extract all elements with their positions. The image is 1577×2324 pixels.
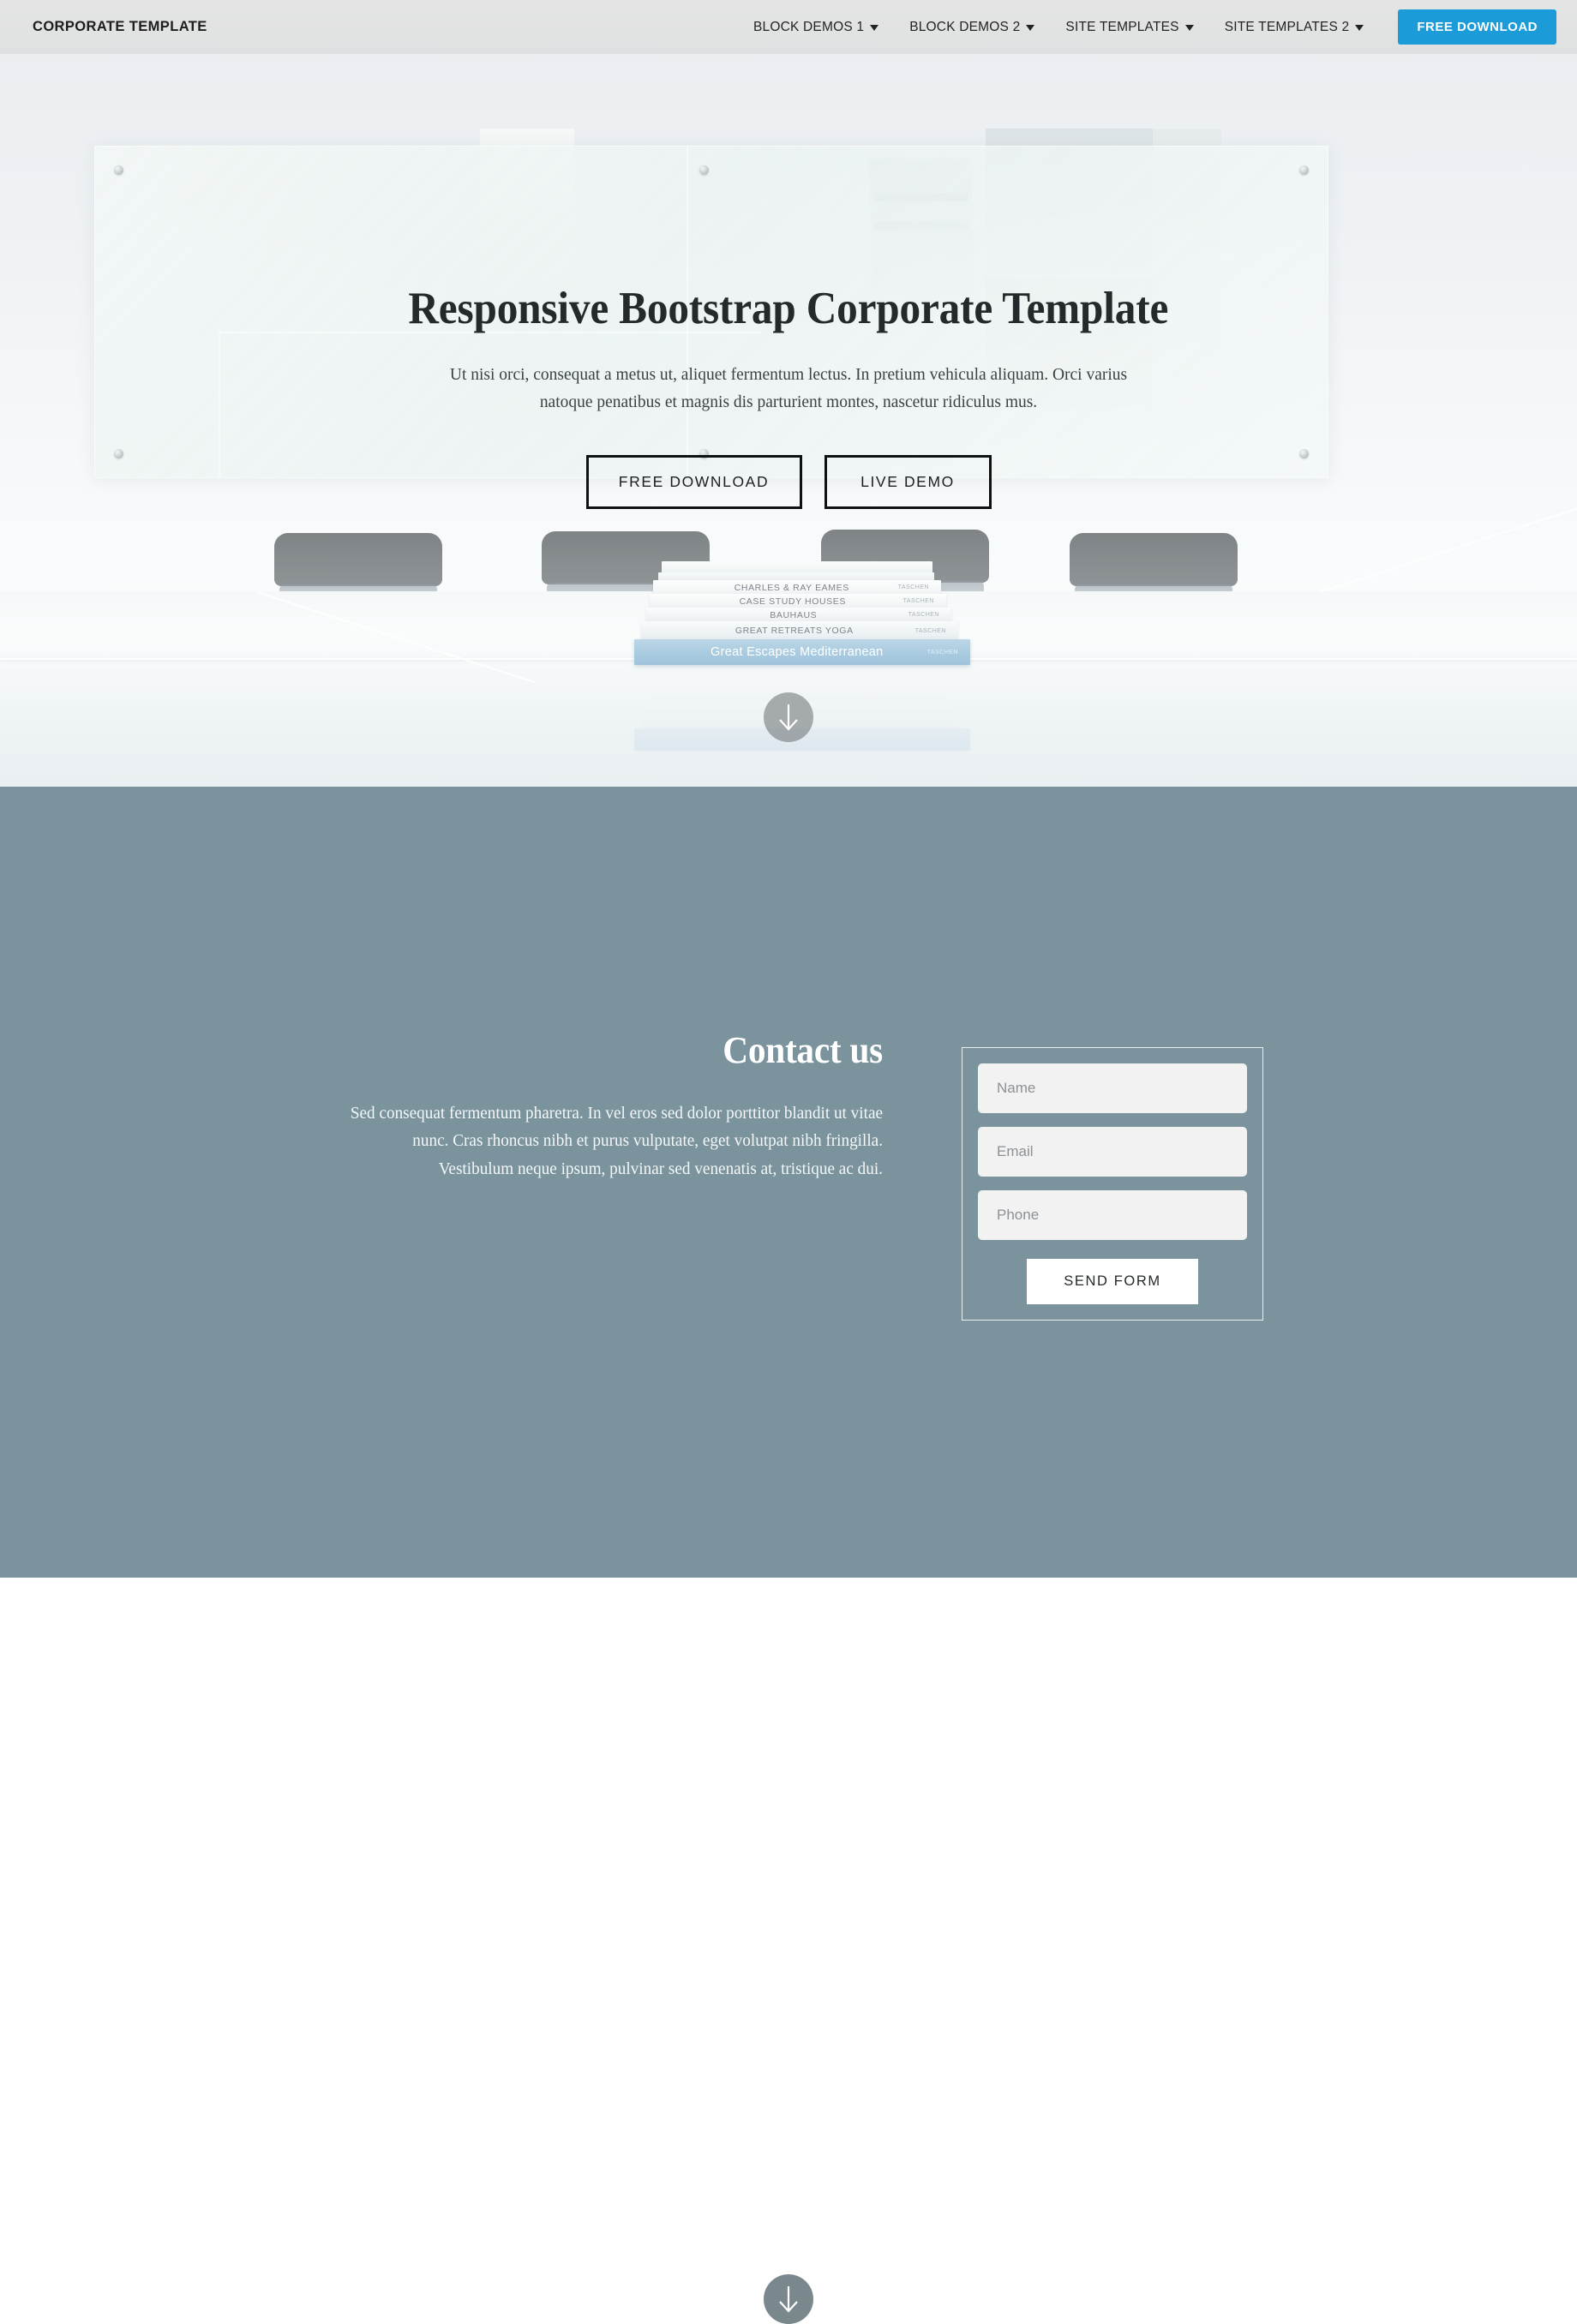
contact-form: SEND FORM [962,1047,1263,1321]
nav-label: BLOCK DEMOS 1 [753,19,865,34]
chevron-down-icon [1026,25,1035,31]
hero-content: Responsive Bootstrap Corporate Template … [0,0,1577,787]
nav-item-site-templates-2[interactable]: SITE TEMPLATES 2 [1209,20,1380,35]
nav-item-block-demos-2[interactable]: BLOCK DEMOS 2 [894,20,1050,35]
chevron-down-icon [1184,25,1194,31]
scroll-down-button-hero[interactable] [764,692,813,742]
hero-title: Responsive Bootstrap Corporate Template [408,284,1169,333]
hero-button-group: FREE DOWNLOAD LIVE DEMO [585,454,992,509]
email-input[interactable] [978,1127,1247,1177]
arrow-down-icon [777,2285,800,2314]
chevron-down-icon [870,25,879,31]
contact-description: Sed consequat fermentum pharetra. In vel… [350,1104,884,1178]
hero-section: CHARLES & RAY EAMES TASCHEN CASE STUDY H… [0,0,1577,787]
navbar-menu: BLOCK DEMOS 1 BLOCK DEMOS 2 SITE TEMPLAT… [738,9,1577,45]
contact-title: Contact us [723,1029,883,1071]
send-button-wrap: SEND FORM [978,1259,1247,1304]
contact-section: Contact us Sed consequat fermentum phare… [0,787,1577,2324]
hero-subtitle: Ut nisi orci, consequat a metus ut, aliq… [449,364,1128,412]
phone-input[interactable] [978,1190,1247,1240]
nav-label: SITE TEMPLATES 2 [1224,19,1350,34]
nav-label: BLOCK DEMOS 2 [909,19,1021,34]
hero-live-demo-button[interactable]: LIVE DEMO [824,454,992,509]
arrow-down-icon [777,703,800,732]
chevron-down-icon [1355,25,1364,31]
send-form-button[interactable]: SEND FORM [1027,1259,1198,1304]
navbar: CORPORATE TEMPLATE BLOCK DEMOS 1 BLOCK D… [0,0,1577,54]
scroll-down-button-contact[interactable] [764,2274,813,2324]
contact-inner: Contact us Sed consequat fermentum phare… [0,787,1577,1578]
nav-item-block-demos-1[interactable]: BLOCK DEMOS 1 [738,20,894,35]
navbar-brand[interactable]: CORPORATE TEMPLATE [33,19,207,35]
hero-free-download-button[interactable]: FREE DOWNLOAD [585,454,802,509]
contact-text-block: Contact us Sed consequat fermentum phare… [326,1028,883,1183]
nav-item-site-templates[interactable]: SITE TEMPLATES [1050,20,1208,35]
navbar-free-download-button[interactable]: FREE DOWNLOAD [1398,9,1556,45]
nav-label: SITE TEMPLATES [1065,19,1179,34]
name-input[interactable] [978,1063,1247,1113]
